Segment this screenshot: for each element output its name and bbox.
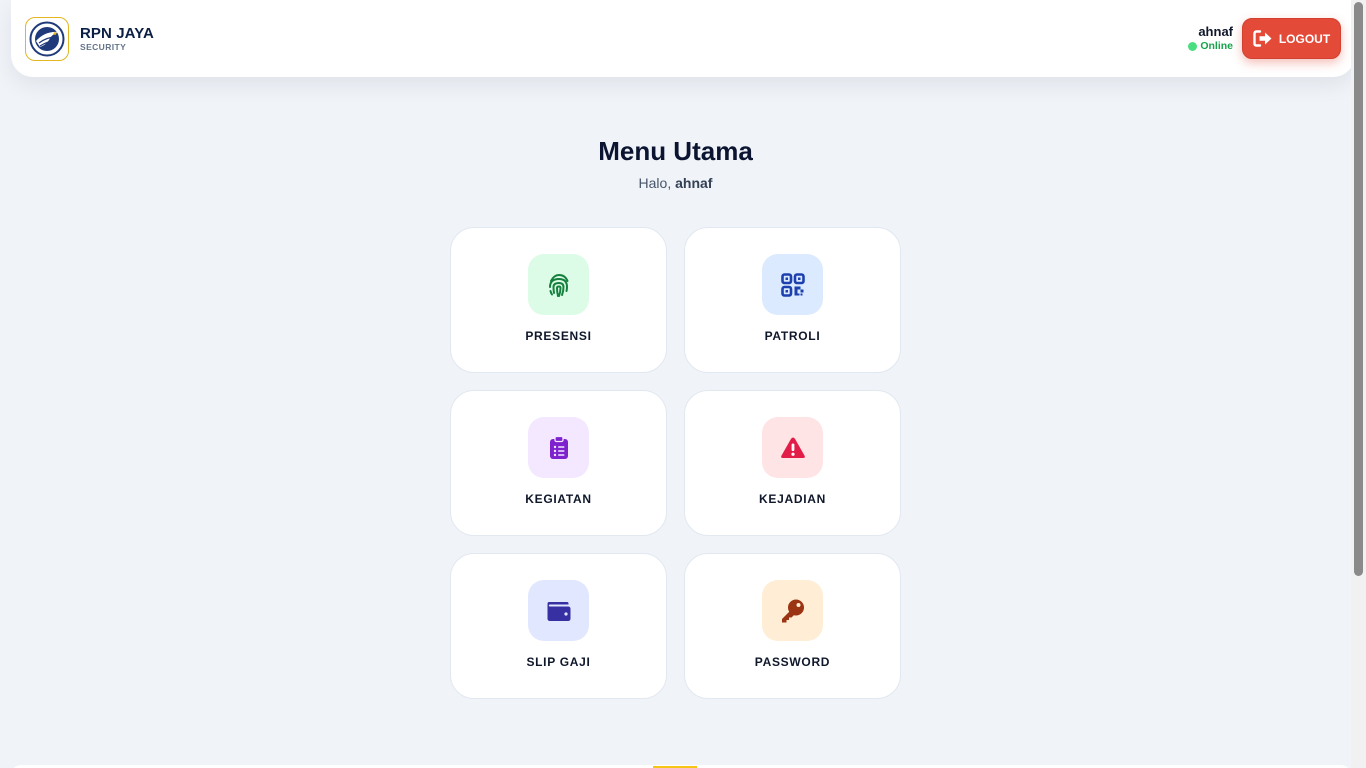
menu-label-kejadian: KEJADIAN — [759, 492, 826, 506]
greeting-prefix: Halo, — [638, 175, 676, 191]
warning-triangle-icon — [780, 437, 805, 458]
brand: RPN JAYA SECURITY — [25, 16, 154, 61]
user-name: ahnaf — [1198, 24, 1233, 39]
password-icon-box — [762, 580, 823, 641]
logout-label: LOGOUT — [1278, 31, 1331, 46]
scrollbar-thumb[interactable] — [1354, 2, 1363, 576]
sign-out-icon — [1253, 30, 1272, 47]
qrcode-icon — [780, 272, 805, 297]
brand-logo — [25, 16, 69, 61]
menu-label-password: PASSWORD — [754, 655, 831, 669]
key-icon — [781, 599, 804, 622]
fingerprint-icon — [548, 273, 568, 297]
menu-card-kegiatan[interactable]: KEGIATAN — [450, 390, 667, 536]
kegiatan-icon-box — [528, 417, 589, 478]
greeting: Halo, ahnaf — [0, 174, 1351, 192]
menu-card-slip-gaji[interactable]: SLIP GAJI — [450, 553, 667, 699]
clipboard-list-icon — [549, 435, 568, 459]
menu-label-patroli: PATROLI — [764, 329, 821, 343]
menu-label-slip-gaji: SLIP GAJI — [526, 655, 591, 669]
wallet-icon — [547, 601, 570, 621]
greeting-name: ahnaf — [675, 175, 713, 191]
page-title: Menu Utama — [598, 136, 753, 166]
title-block: Menu Utama Halo, ahnaf — [0, 134, 1351, 192]
eagle-emblem-icon — [29, 21, 65, 56]
user-area: ahnaf Online LOGOUT — [1188, 18, 1341, 59]
menu-label-kegiatan: KEGIATAN — [525, 492, 592, 506]
menu-card-kejadian[interactable]: KEJADIAN — [684, 390, 901, 536]
logout-button[interactable]: LOGOUT — [1242, 18, 1341, 59]
brand-title: RPN JAYA — [80, 25, 154, 42]
top-header: RPN JAYA SECURITY ahnaf Online LOGOUT — [11, 0, 1355, 77]
slip-gaji-icon-box — [528, 580, 589, 641]
page-scrollbar[interactable] — [1351, 0, 1366, 768]
online-dot-icon — [1188, 42, 1198, 51]
status-text: Online — [1200, 40, 1233, 52]
kejadian-icon-box — [762, 417, 823, 478]
menu-card-patroli[interactable]: PATROLI — [684, 227, 901, 373]
patroli-icon-box — [762, 254, 823, 315]
user-info: ahnaf Online — [1188, 24, 1233, 53]
brand-subtitle: SECURITY — [80, 42, 127, 52]
menu-card-password[interactable]: PASSWORD — [684, 553, 901, 699]
presensi-icon-box — [528, 254, 589, 315]
menu-card-presensi[interactable]: PRESENSI — [450, 227, 667, 373]
menu-label-presensi: PRESENSI — [525, 329, 592, 343]
status-indicator: Online — [1188, 40, 1233, 53]
